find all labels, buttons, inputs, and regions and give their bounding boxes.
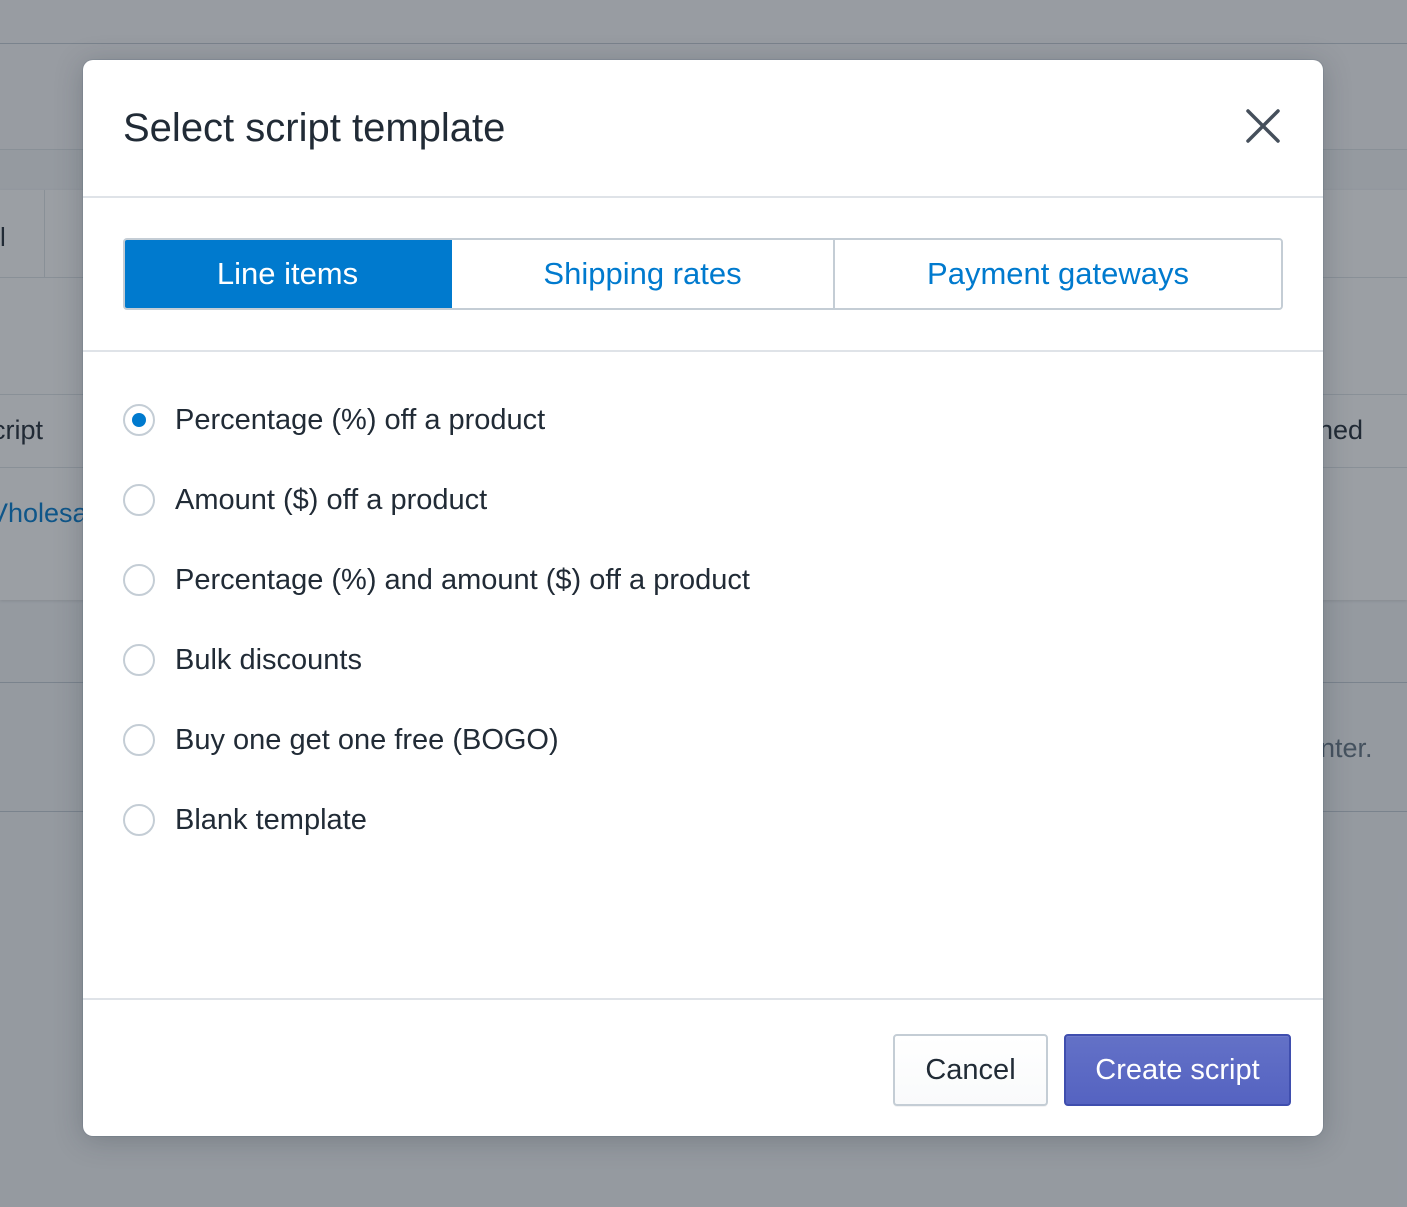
option-label: Percentage (%) off a product: [175, 403, 546, 436]
modal-header: Select script template: [83, 60, 1323, 198]
option-amount-off[interactable]: Amount ($) off a product: [123, 460, 1283, 540]
radio-button[interactable]: [123, 404, 155, 436]
radio-button[interactable]: [123, 804, 155, 836]
option-bogo[interactable]: Buy one get one free (BOGO): [123, 700, 1283, 780]
cancel-button[interactable]: Cancel: [893, 1034, 1048, 1106]
template-options-list: Percentage (%) off a product Amount ($) …: [123, 380, 1283, 860]
radio-button[interactable]: [123, 564, 155, 596]
option-label: Amount ($) off a product: [175, 483, 488, 516]
radio-button[interactable]: [123, 644, 155, 676]
modal-title: Select script template: [123, 106, 506, 150]
tab-payment-gateways[interactable]: Payment gateways: [835, 240, 1281, 308]
option-bulk-discounts[interactable]: Bulk discounts: [123, 620, 1283, 700]
template-category-section: Line items Shipping rates Payment gatewa…: [83, 198, 1323, 352]
template-category-tabs: Line items Shipping rates Payment gatewa…: [123, 238, 1283, 310]
option-percentage-off[interactable]: Percentage (%) off a product: [123, 380, 1283, 460]
radio-selected-dot: [132, 413, 146, 427]
radio-button[interactable]: [123, 724, 155, 756]
tab-line-items[interactable]: Line items: [125, 240, 452, 308]
close-button[interactable]: [1237, 100, 1289, 152]
option-label: Bulk discounts: [175, 643, 362, 676]
option-blank-template[interactable]: Blank template: [123, 780, 1283, 860]
option-label: Blank template: [175, 803, 367, 836]
option-percentage-and-amount-off[interactable]: Percentage (%) and amount ($) off a prod…: [123, 540, 1283, 620]
select-script-template-modal: Select script template Line items Shippi…: [83, 60, 1323, 1136]
radio-button[interactable]: [123, 484, 155, 516]
tab-shipping-rates[interactable]: Shipping rates: [452, 240, 835, 308]
option-label: Percentage (%) and amount ($) off a prod…: [175, 563, 750, 596]
close-icon: [1246, 109, 1280, 143]
modal-footer: Cancel Create script: [83, 998, 1323, 1136]
option-label: Buy one get one free (BOGO): [175, 723, 559, 756]
create-script-button[interactable]: Create script: [1064, 1034, 1291, 1106]
